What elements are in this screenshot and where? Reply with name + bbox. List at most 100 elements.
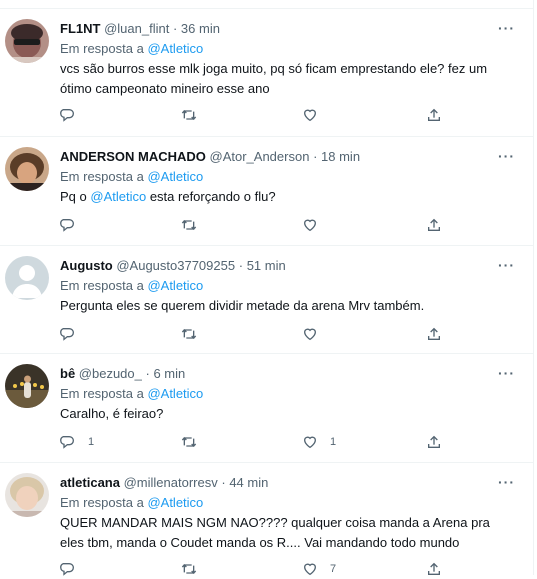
tweet[interactable]: Augusto @Augusto37709255 · 51 min ··· Em…: [0, 246, 533, 354]
tweet-mention[interactable]: @Atletico: [90, 189, 146, 204]
like-button[interactable]: 7: [302, 559, 336, 579]
tweet-text-line: vcs são burros esse mlk joga muito, pq s…: [60, 61, 488, 76]
reply-to-mention[interactable]: @Atletico: [147, 495, 203, 510]
reply-button[interactable]: 1: [60, 432, 94, 452]
reply-icon: [60, 109, 74, 122]
tweet[interactable]: FL1NT @luan_flint · 36 min ··· Em respos…: [0, 9, 533, 137]
more-horizontal-icon[interactable]: ···: [498, 473, 515, 491]
more-horizontal-icon[interactable]: ···: [498, 147, 515, 165]
share-button[interactable]: [426, 432, 442, 452]
reply-prefix: Em resposta a: [60, 278, 144, 293]
tweet-actions: 7: [60, 559, 460, 579]
reply-button[interactable]: [60, 559, 88, 579]
share-button[interactable]: [426, 324, 442, 344]
avatar[interactable]: [5, 473, 49, 517]
tweet-header: bê @bezudo_ · 6 min: [60, 364, 503, 384]
tweet-header: atleticana @millenatorresv · 44 min: [60, 473, 503, 493]
user-handle[interactable]: @millenatorresv: [124, 475, 218, 490]
display-name[interactable]: bê: [60, 366, 75, 381]
reply-to-mention[interactable]: @Atletico: [147, 278, 203, 293]
reply-to-mention[interactable]: @Atletico: [147, 169, 203, 184]
tweet-text: Pq o @Atletico esta reforçando o flu?: [60, 187, 513, 207]
like-count: 7: [330, 563, 337, 575]
separator-dot: ·: [238, 258, 244, 273]
timeline-right-border: [533, 0, 534, 575]
separator-dot: ·: [145, 366, 150, 381]
display-name[interactable]: ANDERSON MACHADO: [60, 149, 206, 164]
like-button[interactable]: [302, 215, 330, 235]
retweet-icon: [181, 220, 197, 230]
tweet-header: FL1NT @luan_flint · 36 min: [60, 19, 503, 39]
avatar[interactable]: [5, 256, 49, 300]
display-name[interactable]: Augusto: [60, 258, 113, 273]
more-horizontal-icon[interactable]: ···: [498, 256, 515, 274]
reply-button[interactable]: [60, 215, 88, 235]
reply-button[interactable]: [60, 324, 88, 344]
tweet-time[interactable]: 51 min: [247, 258, 286, 273]
tweet[interactable]: ANDERSON MACHADO @Ator_Anderson · 18 min…: [0, 137, 533, 246]
retweet-button[interactable]: [180, 105, 198, 125]
display-name[interactable]: FL1NT: [60, 21, 100, 36]
tweet-time[interactable]: 44 min: [229, 475, 268, 490]
reply-context: Em resposta a @Atletico: [60, 39, 203, 59]
tweet-text-part: Pq o: [60, 189, 87, 204]
retweet-button[interactable]: [180, 559, 198, 579]
tweet-time[interactable]: 6 min: [153, 366, 185, 381]
reply-icon: [60, 436, 74, 449]
tweet-actions: 1 1: [60, 432, 460, 452]
like-icon: [303, 109, 317, 122]
reply-to-mention[interactable]: @Atletico: [147, 386, 203, 401]
share-button[interactable]: [426, 559, 442, 579]
reply-icon: [60, 328, 74, 341]
user-handle[interactable]: @Augusto37709255: [116, 258, 235, 273]
more-horizontal-icon[interactable]: ···: [498, 364, 515, 382]
share-button[interactable]: [426, 105, 442, 125]
tweet-actions: [60, 105, 460, 125]
display-name[interactable]: atleticana: [60, 475, 120, 490]
avatar[interactable]: [5, 147, 49, 191]
separator-dot: ·: [172, 21, 178, 36]
reply-prefix: Em resposta a: [60, 386, 144, 401]
reply-context: Em resposta a @Atletico: [60, 276, 203, 296]
tweet-time[interactable]: 36 min: [181, 21, 220, 36]
tweet-text: Caralho, é feirao?: [60, 404, 513, 424]
retweet-button[interactable]: [180, 215, 198, 235]
tweet-time[interactable]: 18 min: [321, 149, 360, 164]
tweet-actions: [60, 215, 460, 235]
user-handle[interactable]: @luan_flint: [104, 21, 169, 36]
user-handle[interactable]: @Ator_Anderson: [210, 149, 310, 164]
like-button[interactable]: [302, 105, 330, 125]
avatar[interactable]: [5, 364, 49, 408]
reply-prefix: Em resposta a: [60, 41, 144, 56]
retweet-button[interactable]: [180, 324, 198, 344]
like-button[interactable]: 1: [302, 432, 336, 452]
user-handle[interactable]: @bezudo_: [79, 366, 142, 381]
reply-prefix: Em resposta a: [60, 495, 144, 510]
reply-context: Em resposta a @Atletico: [60, 384, 203, 404]
reply-icon: [60, 219, 74, 232]
share-icon: [428, 435, 440, 448]
like-icon: [303, 436, 317, 449]
retweet-button[interactable]: [180, 432, 198, 452]
reply-count: 1: [88, 436, 95, 448]
tweet[interactable]: bê @bezudo_ · 6 min ··· Em resposta a @A…: [0, 354, 533, 463]
retweet-icon: [181, 329, 197, 339]
reply-button[interactable]: [60, 105, 88, 125]
tweet-text-part: esta reforçando o flu?: [149, 189, 276, 204]
share-icon: [428, 327, 440, 340]
like-button[interactable]: [302, 324, 330, 344]
retweet-icon: [181, 437, 197, 447]
tweet-text-line: Pergunta eles se querem dividir metade d…: [60, 298, 425, 313]
more-horizontal-icon[interactable]: ···: [498, 19, 515, 37]
tweet-actions: [60, 324, 460, 344]
tweet-header: Augusto @Augusto37709255 · 51 min: [60, 256, 503, 276]
tweet-text: vcs são burros esse mlk joga muito, pq s…: [60, 59, 513, 99]
tweet[interactable]: atleticana @millenatorresv · 44 min ··· …: [0, 463, 533, 576]
reply-to-mention[interactable]: @Atletico: [147, 41, 203, 56]
share-button[interactable]: [426, 215, 442, 235]
avatar[interactable]: [5, 19, 49, 63]
tweet-text-line: eles tbm, manda o Coudet manda os R.... …: [60, 535, 460, 550]
like-icon: [303, 328, 317, 341]
reply-prefix: Em resposta a: [60, 169, 144, 184]
tweet-text-line: ótimo campeonato mineiro esse ano: [60, 81, 270, 96]
